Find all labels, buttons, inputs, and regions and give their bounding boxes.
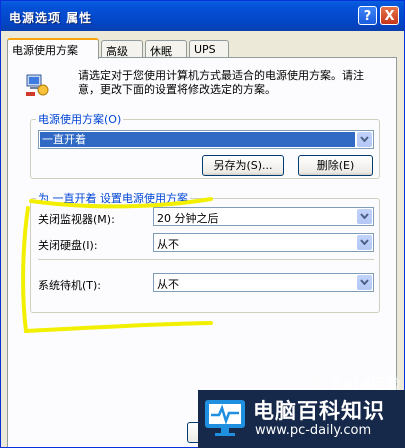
banner-title: 电脑百科知识 — [253, 399, 385, 423]
monitor-pulse-icon — [205, 400, 245, 436]
site-banner: 电脑百科知识 www.pc-daily.com — [198, 390, 405, 448]
power-options-window: 电源选项 属性 ? X 电源使用方案 高级 休眠 UPS 请选定对于您使用计算机… — [0, 0, 405, 448]
paw-icon — [308, 370, 329, 388]
banner-url[interactable]: www.pc-daily.com — [255, 423, 371, 438]
tab-power-schemes[interactable]: 电源使用方案 — [7, 38, 99, 59]
